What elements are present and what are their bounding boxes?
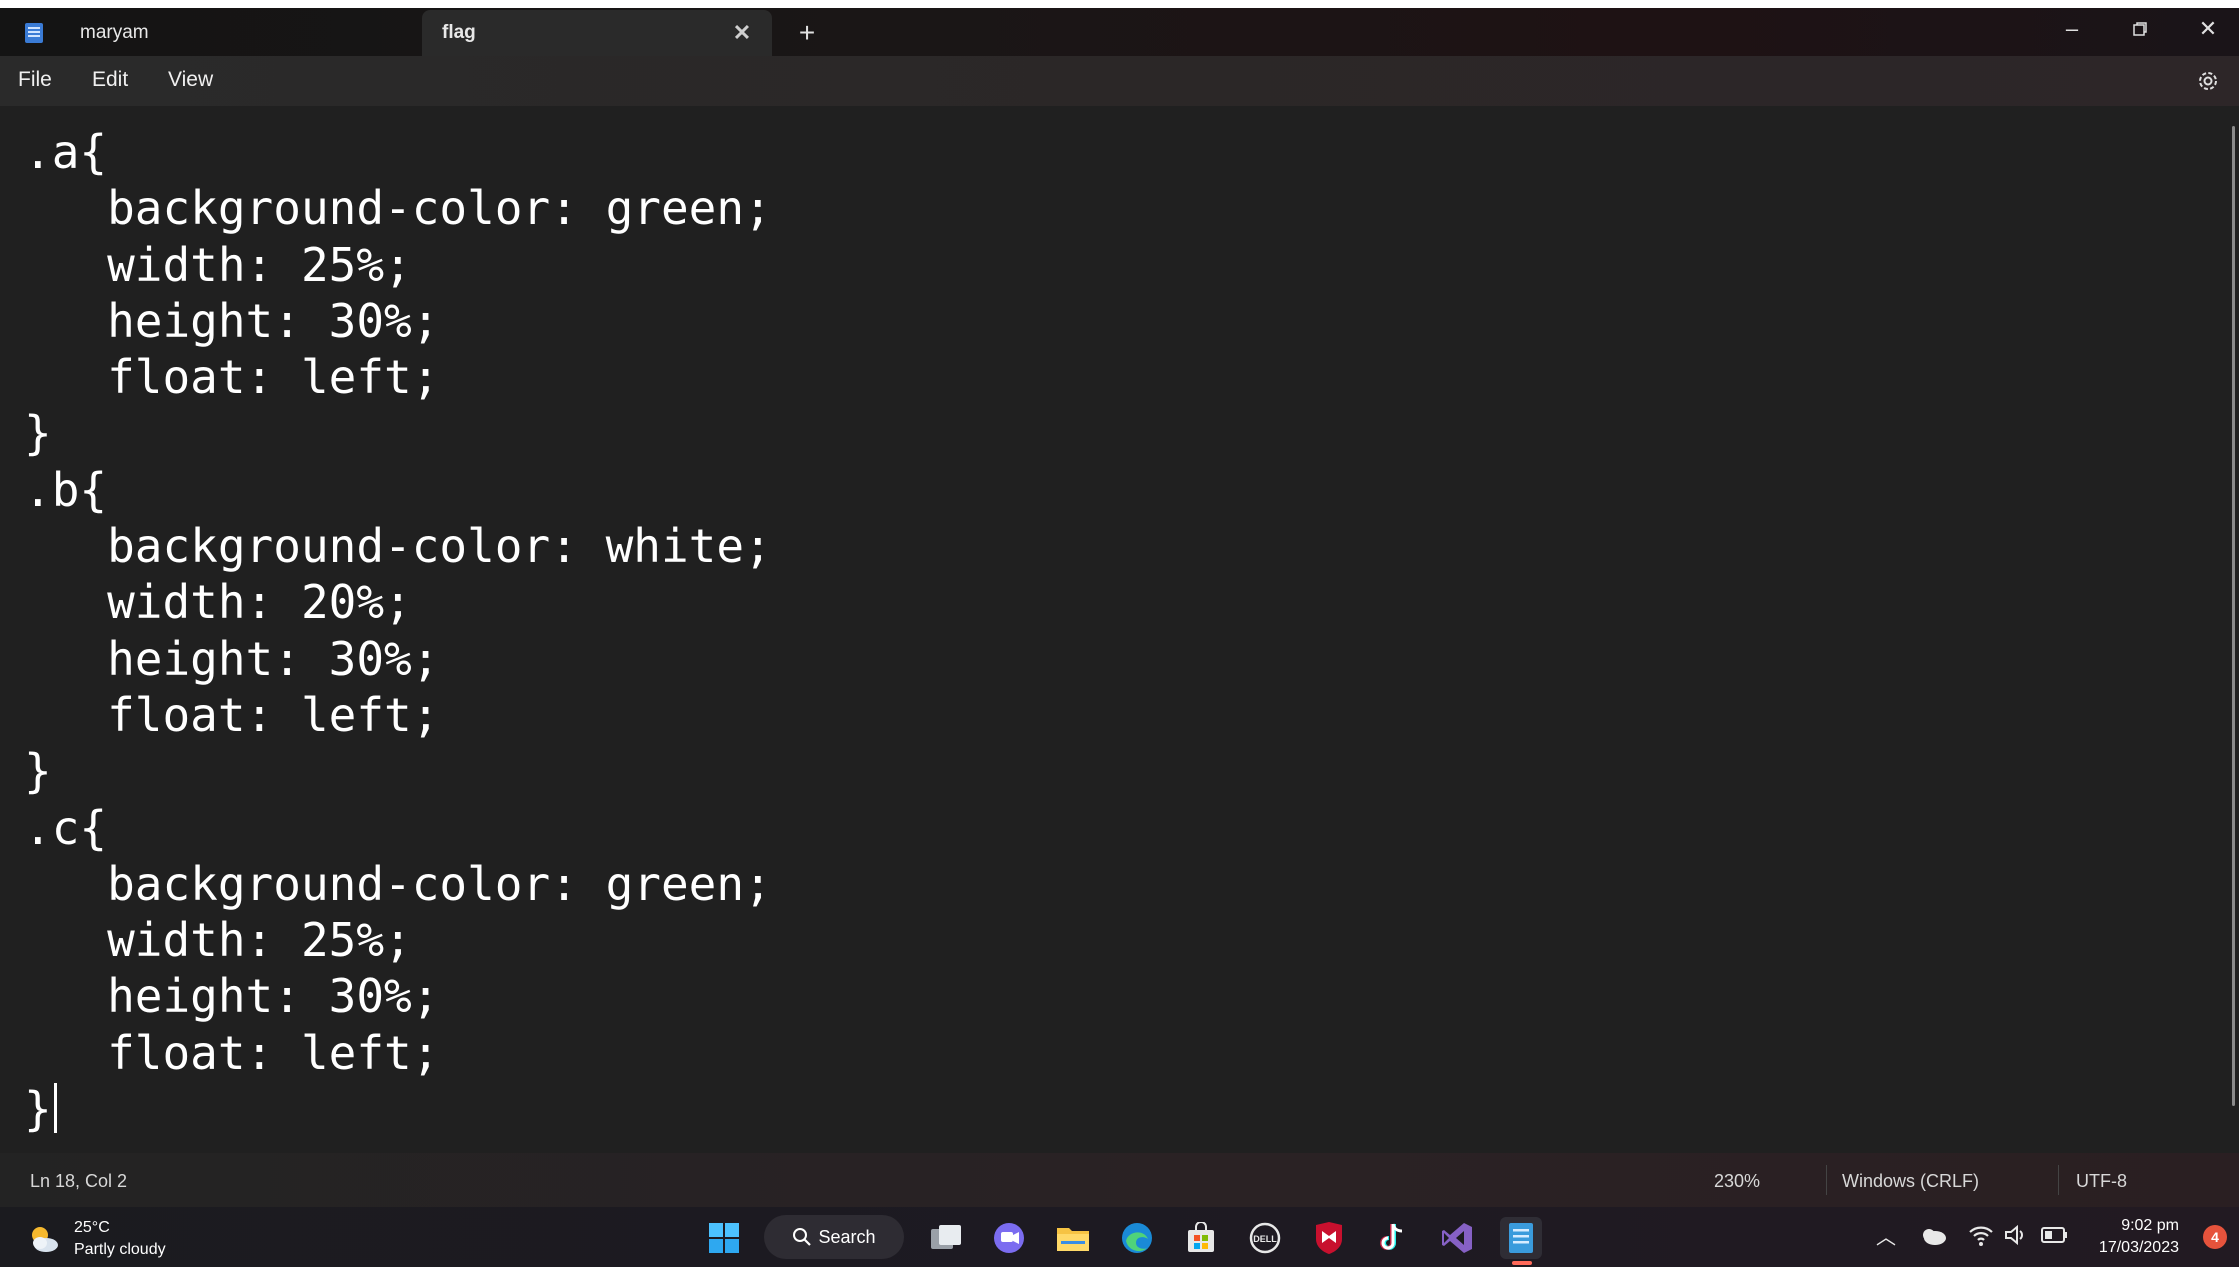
code-line: height: 30%; [24, 969, 440, 1024]
minimize-icon[interactable]: – [2052, 14, 2092, 44]
menu-edit[interactable]: Edit [92, 68, 128, 92]
volume-icon[interactable] [2004, 1224, 2026, 1246]
line-ending[interactable]: Windows (CRLF) [1842, 1171, 1979, 1192]
tab-label: maryam [80, 22, 149, 43]
mcafee-icon[interactable] [1308, 1217, 1350, 1259]
status-divider [1826, 1165, 1827, 1195]
code-line: } [24, 1082, 52, 1137]
start-icon[interactable] [703, 1217, 745, 1259]
maximize-icon[interactable] [2120, 14, 2160, 44]
battery-icon[interactable] [2040, 1225, 2068, 1245]
code-line: width: 25%; [24, 237, 412, 292]
code-line: width: 20%; [24, 575, 412, 630]
temperature: 25°C [74, 1219, 110, 1236]
code-line: width: 25%; [24, 913, 412, 968]
onedrive-icon[interactable] [1920, 1225, 1948, 1247]
tab-flag[interactable]: flag ✕ [422, 10, 772, 56]
code-line: } [24, 406, 52, 461]
visual-studio-icon[interactable] [1436, 1217, 1478, 1259]
notepad-icon [25, 23, 43, 43]
active-app-indicator [1512, 1261, 1532, 1265]
menu-file[interactable]: File [18, 68, 52, 92]
zoom-level[interactable]: 230% [1714, 1171, 1760, 1192]
dell-icon[interactable]: DELL [1244, 1217, 1286, 1259]
editor-area[interactable]: .a{ background-color: green; width: 25%;… [0, 106, 2239, 1153]
tab-label: flag [442, 22, 476, 43]
close-window-icon[interactable]: ✕ [2188, 14, 2228, 44]
search-label: Search [818, 1226, 876, 1247]
tiktok-icon[interactable] [1372, 1217, 1414, 1259]
top-border [0, 0, 2239, 8]
code-line: background-color: green; [24, 181, 772, 236]
code-line: float: left; [24, 350, 440, 405]
status-divider [2058, 1165, 2059, 1195]
clock[interactable]: 9:02 pm 17/03/2023 [2099, 1215, 2179, 1259]
notepad-taskbar-icon[interactable] [1500, 1217, 1542, 1259]
weather-icon [32, 1227, 58, 1252]
date: 17/03/2023 [2098, 1239, 2179, 1256]
search-icon [793, 1228, 812, 1246]
vertical-scrollbar[interactable] [2227, 126, 2239, 1126]
code-line: float: left; [24, 687, 440, 742]
text-caret [53, 1083, 57, 1134]
code-line: float: left; [24, 1025, 440, 1080]
code-line: .c{ [24, 800, 108, 855]
scrollbar-thumb[interactable] [2232, 126, 2235, 1106]
close-icon[interactable]: ✕ [730, 20, 754, 45]
task-view-icon[interactable] [925, 1217, 967, 1259]
notification-badge[interactable]: 4 [2203, 1225, 2227, 1249]
code-line: background-color: white; [24, 519, 772, 574]
chevron-up-icon[interactable]: ︿ [1876, 1221, 1896, 1250]
edge-icon[interactable] [1116, 1217, 1158, 1259]
code-text[interactable]: .a{ background-color: green; width: 25%;… [24, 124, 772, 1137]
encoding[interactable]: UTF-8 [2076, 1171, 2127, 1192]
code-line: } [24, 744, 52, 799]
weather-widget[interactable]: 25°C Partly cloudy [26, 1217, 166, 1261]
menu-bar: File Edit View [0, 56, 2239, 106]
settings-icon[interactable] [2193, 66, 2223, 96]
store-icon[interactable] [1180, 1217, 1222, 1259]
plus-icon[interactable]: + [792, 17, 822, 48]
weather-description: Partly cloudy [74, 1241, 166, 1258]
code-line: .a{ [24, 125, 108, 179]
svg-text:DELL: DELL [1253, 1234, 1277, 1244]
search-button[interactable]: Search [764, 1215, 904, 1259]
teams-chat-icon[interactable] [988, 1217, 1030, 1259]
title-bar: maryam flag ✕ + – ✕ [0, 0, 2239, 56]
status-bar: Ln 18, Col 2 230% Windows (CRLF) UTF-8 [0, 1153, 2239, 1207]
code-line: background-color: green; [24, 856, 772, 911]
tab-maryam[interactable]: maryam [60, 10, 420, 56]
menu-view[interactable]: View [168, 68, 213, 92]
code-line-last: } [24, 1081, 772, 1137]
code-line: .b{ [24, 462, 108, 517]
file-explorer-icon[interactable] [1052, 1217, 1094, 1259]
wifi-icon[interactable] [1968, 1223, 1994, 1247]
taskbar: 25°C Partly cloudy Search DELL ︿ 9:02 pm… [0, 1207, 2239, 1267]
code-line: height: 30%; [24, 631, 440, 686]
time: 9:02 pm [2121, 1217, 2179, 1234]
cursor-position: Ln 18, Col 2 [30, 1171, 128, 1191]
code-line: height: 30%; [24, 293, 440, 348]
